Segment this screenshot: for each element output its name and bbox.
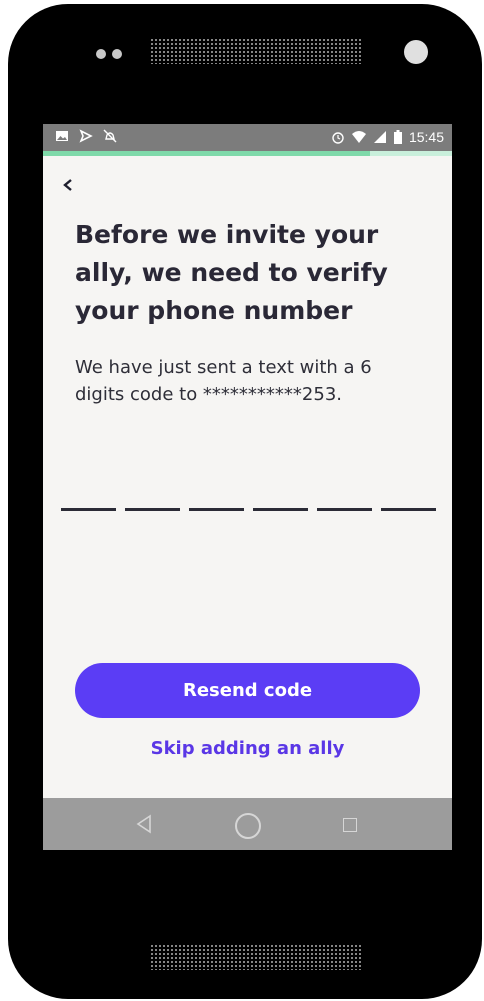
status-time: 15:45 <box>408 129 444 145</box>
page-title: Before we invite your ally, we need to v… <box>75 220 388 325</box>
chevron-left-icon <box>63 179 72 191</box>
skip-adding-ally-link[interactable]: Skip adding an ally <box>43 738 452 759</box>
battery-icon <box>393 130 402 144</box>
sensor-dots <box>96 44 128 63</box>
progress-fill <box>43 151 371 156</box>
image-icon <box>56 131 68 141</box>
send-icon <box>79 129 93 143</box>
back-triangle-icon[interactable] <box>135 814 153 834</box>
verification-code-input[interactable] <box>61 508 436 511</box>
progress-bar <box>43 151 452 156</box>
wifi-icon <box>351 131 366 143</box>
earpiece-grille <box>150 38 362 64</box>
resend-code-button[interactable]: Resend code <box>75 663 420 718</box>
code-digit-slot[interactable] <box>125 508 180 511</box>
front-camera <box>404 40 428 64</box>
home-circle-icon[interactable] <box>235 813 261 839</box>
app-screen: 15:45 Before we invite your ally, we nee… <box>43 124 452 850</box>
status-bar: 15:45 <box>43 124 452 151</box>
verification-description: We have just sent a text with a 6 digits… <box>75 357 372 405</box>
speaker-grille <box>150 944 362 970</box>
signal-icon <box>373 131 386 143</box>
code-digit-slot[interactable] <box>253 508 308 511</box>
code-digit-slot[interactable] <box>317 508 372 511</box>
android-nav-bar <box>43 798 452 850</box>
back-button[interactable] <box>61 172 83 198</box>
alarm-off-icon <box>103 129 117 143</box>
code-digit-slot[interactable] <box>381 508 436 511</box>
code-digit-slot[interactable] <box>189 508 244 511</box>
code-digit-slot[interactable] <box>61 508 116 511</box>
alarm-icon <box>332 132 344 144</box>
recents-square-icon[interactable] <box>343 818 357 832</box>
